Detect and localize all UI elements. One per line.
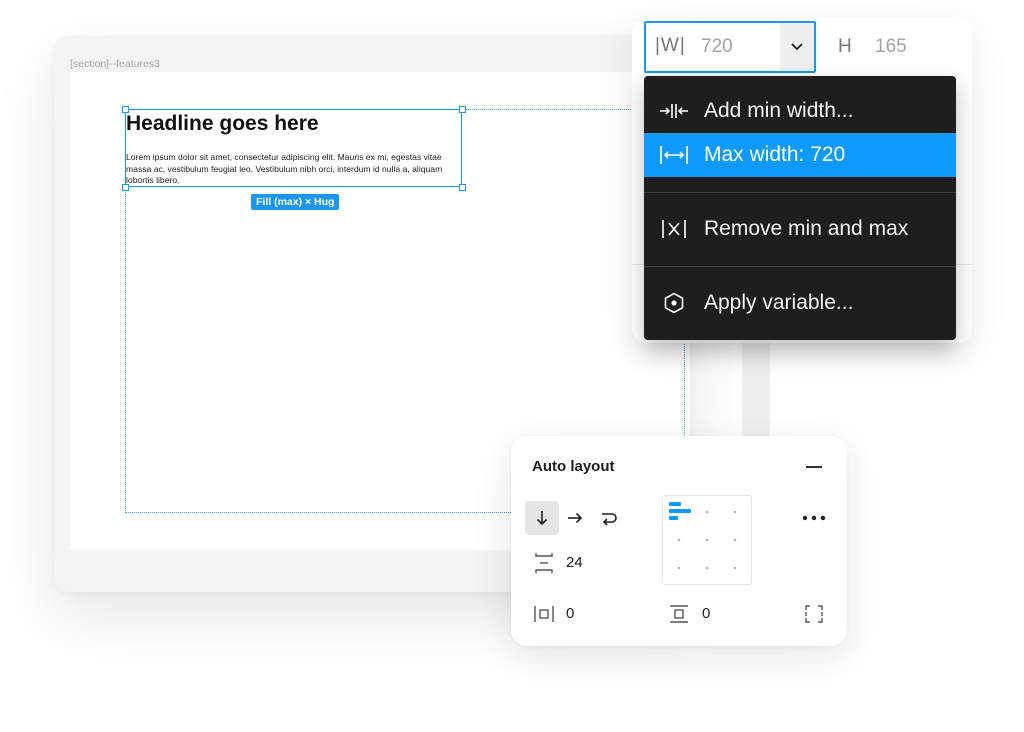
menu-item-max-width[interactable]: Max width: 720 xyxy=(644,133,956,177)
gap-value[interactable]: 24 xyxy=(566,554,583,571)
alignment-grid[interactable] xyxy=(662,495,752,585)
resize-handle-bottom-left[interactable] xyxy=(122,184,129,191)
size-tag: Fill (max) × Hug xyxy=(251,194,340,210)
direction-wrap-button[interactable] xyxy=(592,501,626,535)
variable-hexagon-icon xyxy=(644,291,704,315)
resize-handle-top-right[interactable] xyxy=(459,106,466,113)
selection-box[interactable] xyxy=(125,109,462,187)
horizontal-padding-icon xyxy=(532,602,556,626)
menu-item-remove-min-max[interactable]: Remove min and max xyxy=(644,207,956,251)
width-constraints-menu: Add min width... Max width: 720 Remove m… xyxy=(644,76,956,340)
max-width-icon xyxy=(644,144,704,166)
menu-item-label: Max width: 720 xyxy=(704,143,846,166)
resize-handle-top-left[interactable] xyxy=(122,106,129,113)
height-label: H xyxy=(838,36,852,57)
more-horizontal-icon xyxy=(802,515,826,521)
horizontal-padding-value[interactable]: 0 xyxy=(566,605,574,622)
vertical-gap-icon xyxy=(532,551,556,575)
menu-separator xyxy=(644,266,956,267)
menu-separator xyxy=(644,192,956,193)
remove-auto-layout-button[interactable] xyxy=(803,459,825,475)
vertical-padding-value[interactable]: 0 xyxy=(702,605,710,622)
width-label: |W| xyxy=(655,35,686,56)
section-label[interactable]: [section]--features3 xyxy=(70,58,160,70)
wrap-icon xyxy=(602,513,617,526)
menu-item-apply-variable[interactable]: Apply variable... xyxy=(644,281,956,325)
alignment-grid-graphic xyxy=(669,502,737,570)
arrow-right-icon xyxy=(568,512,583,524)
arrow-down-icon xyxy=(536,511,548,526)
width-value[interactable]: 720 xyxy=(701,36,733,58)
resize-handle-bottom-right[interactable] xyxy=(459,184,466,191)
remove-min-max-icon xyxy=(644,218,704,240)
direction-horizontal-button[interactable] xyxy=(558,501,592,535)
menu-item-label: Apply variable... xyxy=(704,291,854,314)
add-min-width-icon xyxy=(644,101,704,121)
vertical-padding-icon xyxy=(667,602,691,626)
height-value[interactable]: 165 xyxy=(875,36,907,58)
individual-padding-icon[interactable] xyxy=(802,602,826,626)
panel-connector xyxy=(742,340,770,436)
minus-icon xyxy=(806,466,822,468)
auto-layout-title: Auto layout xyxy=(532,458,615,475)
menu-item-add-min-width[interactable]: Add min width... xyxy=(644,89,956,133)
more-options-button[interactable] xyxy=(800,508,828,528)
menu-item-label: Add min width... xyxy=(704,99,854,122)
width-dropdown-button[interactable] xyxy=(780,23,814,71)
menu-item-label: Remove min and max xyxy=(704,217,909,240)
chevron-down-icon xyxy=(791,43,803,51)
direction-vertical-button[interactable] xyxy=(525,501,559,535)
